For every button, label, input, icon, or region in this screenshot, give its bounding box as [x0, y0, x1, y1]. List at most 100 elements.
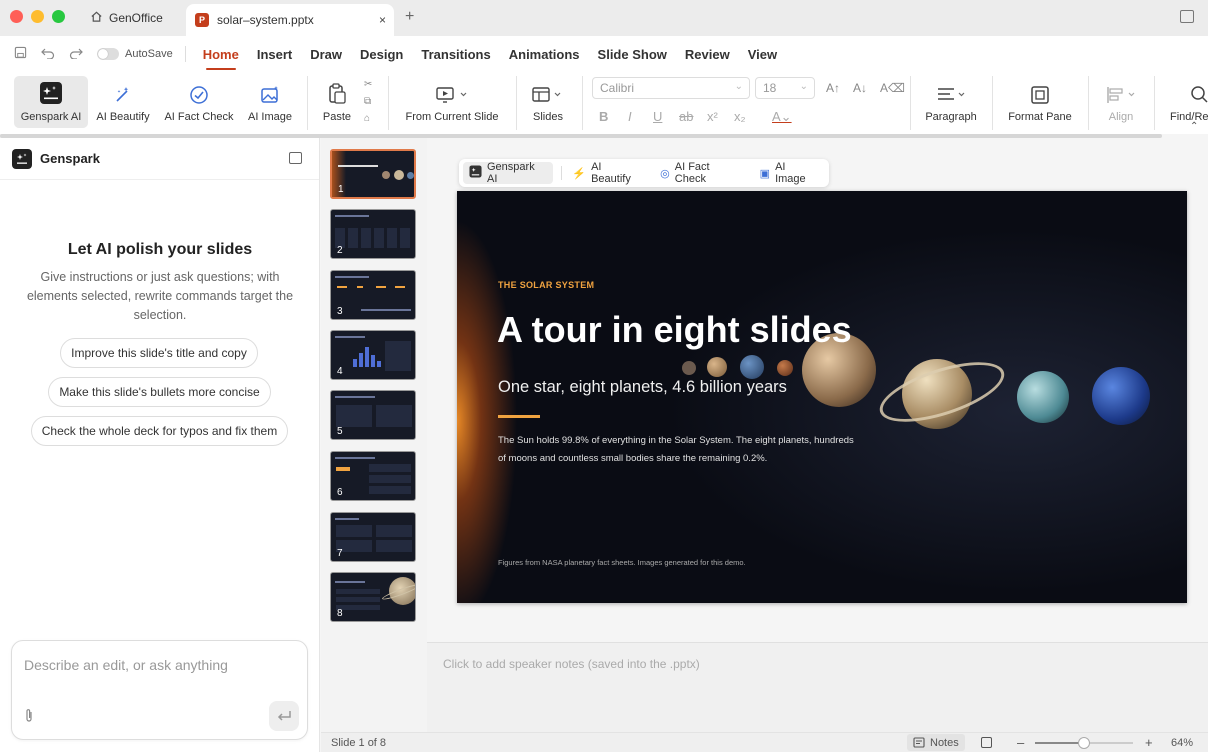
tab-document[interactable]: P solar–system.pptx ×: [186, 4, 394, 36]
paste-button[interactable]: Paste: [318, 76, 356, 128]
slide-number: 3: [337, 306, 343, 317]
autosave-toggle[interactable]: [97, 48, 119, 60]
attach-icon[interactable]: [24, 708, 34, 727]
slide-title[interactable]: A tour in eight slides: [497, 309, 852, 351]
menu-draw[interactable]: Draw: [301, 47, 351, 62]
send-button[interactable]: [269, 701, 299, 731]
decrease-font-icon[interactable]: A↓: [853, 81, 867, 95]
subscript-icon[interactable]: x₂: [734, 109, 746, 124]
format-painter-icon[interactable]: ⌂: [364, 113, 370, 124]
tab-home[interactable]: GenOffice: [82, 4, 182, 32]
close-tab-icon[interactable]: ×: [379, 13, 386, 27]
divider: [516, 76, 517, 130]
ribbon: Genspark AI AI Beautify AI Fact Check AI…: [0, 72, 1208, 134]
magic-wand-icon: ⚡: [572, 167, 587, 180]
clear-formatting-icon[interactable]: A⌫: [880, 81, 905, 95]
font-name-value: Calibri: [600, 81, 635, 95]
menu-review[interactable]: Review: [676, 47, 739, 62]
float-ai-beautify-label: AI Beautify: [591, 161, 631, 185]
slide-thumbnail-5[interactable]: 5: [330, 390, 416, 440]
window-layout-icon[interactable]: [1180, 10, 1194, 23]
menu-design[interactable]: Design: [351, 47, 412, 62]
bold-icon[interactable]: B: [599, 109, 608, 124]
slide-number: 4: [337, 366, 343, 377]
slides-button[interactable]: Slides: [526, 76, 570, 128]
new-tab-button[interactable]: +: [405, 8, 414, 26]
speaker-notes-placeholder[interactable]: Click to add speaker notes (saved into t…: [443, 657, 700, 671]
ai-image-button[interactable]: AI Image: [243, 76, 297, 128]
align-button[interactable]: Align: [1098, 76, 1144, 128]
slide-thumbnail-2[interactable]: 2: [330, 209, 416, 259]
float-ai-image-button[interactable]: ▣ AI Image: [754, 161, 825, 185]
ask-input-placeholder[interactable]: Describe an edit, or ask anything: [24, 657, 228, 673]
slide-thumbnail-6[interactable]: 6: [330, 451, 416, 501]
from-current-slide-button[interactable]: From Current Slide: [398, 76, 506, 128]
zoom-out-button[interactable]: –: [1017, 735, 1024, 750]
zoom-slider-handle[interactable]: [1078, 737, 1090, 749]
slide-footer[interactable]: Figures from NASA planetary fact sheets.…: [498, 558, 746, 567]
genspark-panel: Genspark Let AI polish your slides Give …: [0, 138, 320, 752]
ai-beautify-button[interactable]: AI Beautify: [92, 76, 154, 128]
menu-view[interactable]: View: [739, 47, 786, 62]
font-color-icon[interactable]: A⌄: [772, 109, 792, 125]
slide-kicker[interactable]: THE SOLAR SYSTEM: [498, 280, 594, 290]
fact-check-icon: ◎: [660, 167, 670, 180]
speaker-notes-pane[interactable]: Click to add speaker notes (saved into t…: [427, 642, 1208, 732]
slide-thumbnail-8[interactable]: 8: [330, 572, 416, 622]
collapse-panel-icon[interactable]: [289, 152, 302, 164]
format-pane-button[interactable]: Format Pane: [1002, 76, 1078, 128]
increase-font-icon[interactable]: A↑: [826, 81, 840, 95]
underline-icon[interactable]: U: [653, 109, 662, 124]
strikethrough-icon[interactable]: ab: [679, 109, 693, 124]
menu-transitions[interactable]: Transitions: [412, 47, 499, 62]
menu-animations[interactable]: Animations: [500, 47, 589, 62]
slide-subtitle[interactable]: One star, eight planets, 4.6 billion yea…: [498, 378, 787, 397]
notes-toggle-button[interactable]: Notes: [907, 734, 965, 751]
current-slide[interactable]: THE SOLAR SYSTEM A tour in eight slides …: [457, 191, 1187, 603]
undo-icon[interactable]: [41, 47, 55, 62]
planet-image: [707, 357, 727, 377]
menu-insert[interactable]: Insert: [248, 47, 301, 62]
genspark-ai-button[interactable]: Genspark AI: [14, 76, 88, 128]
save-icon[interactable]: [14, 46, 27, 62]
suggestion-chip[interactable]: Check the whole deck for typos and fix t…: [31, 416, 288, 446]
slide-thumbnail-3[interactable]: 3: [330, 270, 416, 320]
maximize-window-button[interactable]: [52, 10, 65, 23]
italic-icon[interactable]: I: [628, 109, 632, 124]
ai-image-icon: ▣: [759, 167, 771, 180]
slideshow-play-icon[interactable]: [981, 737, 992, 748]
divider: [307, 76, 308, 130]
suggestion-chip[interactable]: Improve this slide's title and copy: [60, 338, 258, 368]
align-label: Align: [1108, 111, 1134, 123]
superscript-icon[interactable]: x²: [707, 109, 718, 124]
zoom-in-button[interactable]: +: [1145, 735, 1153, 750]
float-ai-fact-check-button[interactable]: ◎ AI Fact Check: [654, 161, 750, 185]
cut-icon[interactable]: ✂: [364, 79, 372, 90]
suggestion-chip[interactable]: Make this slide's bullets more concise: [48, 377, 271, 407]
find-replace-button[interactable]: Find/Re: [1164, 76, 1208, 128]
collapse-ribbon-icon[interactable]: ⌃: [1190, 121, 1198, 132]
minimize-window-button[interactable]: [31, 10, 44, 23]
copy-icon[interactable]: ⧉: [364, 96, 371, 107]
slide-thumbnail-1[interactable]: 1: [330, 149, 416, 199]
zoom-slider[interactable]: [1035, 737, 1133, 749]
float-ai-beautify-button[interactable]: ⚡ AI Beautify: [566, 161, 650, 185]
paragraph-button[interactable]: Paragraph: [920, 76, 982, 128]
float-genspark-ai-button[interactable]: Genspark AI: [463, 161, 554, 185]
ask-input-box[interactable]: Describe an edit, or ask anything: [11, 640, 308, 740]
slide-layout-icon: [532, 87, 561, 102]
close-window-button[interactable]: [10, 10, 23, 23]
slide-thumbnail-7[interactable]: 7: [330, 512, 416, 562]
slide-thumbnail-4[interactable]: 4: [330, 330, 416, 380]
format-pane-icon: [1031, 86, 1049, 104]
zoom-level[interactable]: 64%: [1171, 737, 1193, 749]
slide-number: 2: [337, 245, 343, 256]
redo-icon[interactable]: [69, 47, 83, 62]
menu-home[interactable]: Home: [194, 47, 248, 70]
font-name-select[interactable]: Calibri ⌄: [592, 77, 750, 99]
chevron-down-icon: ⌄: [734, 81, 743, 92]
font-size-select[interactable]: 18 ⌄: [755, 77, 815, 99]
slide-body-text[interactable]: The Sun holds 99.8% of everything in the…: [498, 432, 858, 468]
menu-slide-show[interactable]: Slide Show: [589, 47, 676, 62]
ai-fact-check-button[interactable]: AI Fact Check: [162, 76, 236, 128]
